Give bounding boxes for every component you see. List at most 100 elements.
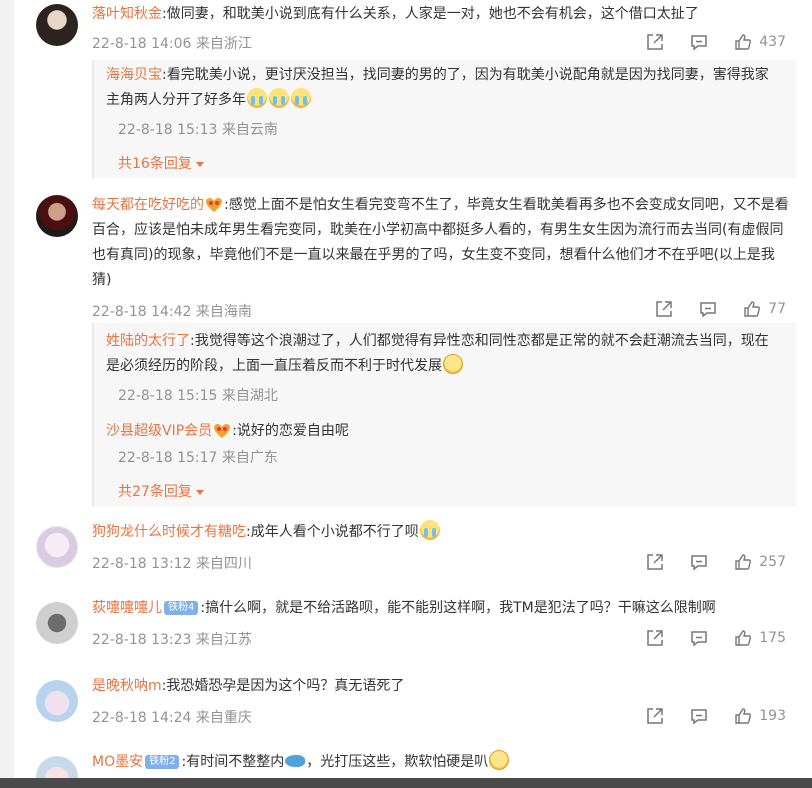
fan-badge: 铁粉2 (145, 755, 180, 769)
crying-emoji (247, 88, 267, 108)
comment-username[interactable]: 是晚秋呐m (92, 678, 162, 694)
like-count: 77 (768, 301, 786, 317)
comment-time: 22-8-18 14:42 (92, 304, 192, 320)
reply-meta: 22-8-18 15:13 来自云南 (118, 119, 278, 139)
smile-emoji (489, 750, 510, 770)
comment-icon[interactable] (689, 706, 709, 726)
comment-text: MO墨安 铁粉2:有时间不整整内 ，光打压这些，欺软怕硬是叭 (92, 750, 792, 775)
comment-username[interactable]: 荻嚏嚏嚏儿 (92, 600, 162, 616)
like-icon[interactable] (733, 706, 753, 726)
reply-time: 22-8-18 15:17 (118, 450, 218, 466)
reply-username[interactable]: 沙县超级VIP会员 (106, 423, 212, 439)
fish-emoji (285, 755, 306, 767)
reply-text: 姓陆的太行了:我觉得等这个浪潮过了，人们都觉得有异性恋和同性恋都是正常的就不会赶… (106, 329, 782, 379)
comment-actions: 77 (630, 299, 786, 319)
like-icon[interactable] (733, 628, 753, 648)
comment-body: :做同妻，和耽美小说到底有什么关系，人家是一对，她也不会有机会，这个借口太扯了 (162, 6, 699, 22)
reply-divider (92, 323, 94, 507)
avatar[interactable] (36, 195, 78, 237)
reply-location: 来自云南 (221, 122, 278, 138)
reply-body: :看完耽美小说，更讨厌没担当，找同妻的男的了，因为有耽美小说配角就是因为找同妻，… (106, 67, 769, 108)
like-count: 257 (759, 554, 786, 570)
smile-emoji (443, 354, 463, 374)
comment-location: 来自浙江 (195, 36, 252, 52)
share-icon[interactable] (645, 706, 665, 726)
comment-meta: 22-8-18 13:23 来自江苏 (92, 629, 252, 649)
like-count: 175 (759, 630, 786, 646)
avatar[interactable] (36, 756, 78, 778)
fan-badge: 铁粉4 (164, 601, 199, 615)
reply-divider (92, 60, 94, 178)
like-count: 193 (759, 708, 786, 724)
comment-text: 每天都在吃好吃的:感觉上面不是怕女生看完变弯不生了，毕竟女生看耽美看再多也不会变… (92, 193, 792, 293)
avatar[interactable] (36, 4, 78, 46)
heart-eyes-emoji (205, 197, 223, 213)
share-icon[interactable] (645, 628, 665, 648)
reply-body: :我觉得等这个浪潮过了，人们都觉得有异性恋和同性恋都是正常的就不会赶潮流去当同，… (106, 333, 769, 374)
comment-actions: 437 (621, 32, 786, 52)
comment-body: :有时间不整整内 (181, 754, 285, 770)
comment-time: 22-8-18 14:24 (92, 710, 192, 726)
comment-location: 来自海南 (195, 304, 252, 320)
comment-text: 落叶知秋金:做同妻，和耽美小说到底有什么关系，人家是一对，她也不会有机会，这个借… (92, 2, 792, 27)
comment-icon[interactable] (689, 628, 709, 648)
avatar[interactable] (36, 602, 78, 644)
comment-body: ，光打压这些，欺软怕硬是叭 (306, 754, 489, 770)
comment-actions: 175 (621, 628, 786, 648)
more-replies-link[interactable]: 共16条回复 (118, 153, 204, 173)
comment-meta: 22-8-18 14:24 来自重庆 (92, 707, 252, 727)
like-icon[interactable] (733, 552, 753, 572)
share-icon[interactable] (654, 299, 674, 319)
comment-actions: 193 (621, 706, 786, 726)
comment-username[interactable]: 落叶知秋金 (92, 6, 162, 22)
more-replies-link[interactable]: 共27条回复 (118, 481, 204, 501)
reply-box: 姓陆的太行了:我觉得等这个浪潮过了，人们都觉得有异性恋和同性恋都是正常的就不会赶… (92, 323, 796, 507)
reply-text: 海海贝宝:看完耽美小说，更讨厌没担当，找同妻的男的了，因为有耽美小说配角就是因为… (106, 63, 782, 113)
comment-icon[interactable] (689, 32, 709, 52)
avatar[interactable] (36, 526, 78, 568)
comment-actions: 257 (621, 552, 786, 572)
comment-username[interactable]: MO墨安 (92, 754, 143, 770)
comment-meta: 22-8-18 14:06 来自浙江 (92, 33, 252, 53)
reply-meta: 22-8-18 15:17 来自广东 (118, 447, 278, 467)
bottom-scrollbar[interactable] (0, 778, 812, 788)
reply-time: 22-8-18 15:13 (118, 122, 218, 138)
more-replies-label: 共16条回复 (118, 156, 192, 172)
reply-meta: 22-8-18 15:15 来自湖北 (118, 385, 278, 405)
like-icon[interactable] (733, 32, 753, 52)
reply-username[interactable]: 海海贝宝 (106, 67, 162, 83)
comment-icon[interactable] (689, 552, 709, 572)
reply-location: 来自湖北 (221, 388, 278, 404)
comment-username[interactable]: 狗狗龙什么时候才有糖吃 (92, 524, 246, 540)
comment-location: 来自重庆 (195, 710, 252, 726)
reply-box: 海海贝宝:看完耽美小说，更讨厌没担当，找同妻的男的了，因为有耽美小说配角就是因为… (92, 60, 796, 178)
comment-body: :成年人看个小说都不行了呗 (246, 524, 419, 540)
comment-icon[interactable] (698, 299, 718, 319)
share-icon[interactable] (645, 32, 665, 52)
comment-text: 荻嚏嚏嚏儿 铁粉4:搞什么啊，就是不给活路呗，能不能别这样啊，我TM是犯法了吗？干… (92, 596, 792, 621)
comment-text: 狗狗龙什么时候才有糖吃:成年人看个小说都不行了呗 (92, 520, 792, 545)
more-replies-label: 共27条回复 (118, 484, 192, 500)
reply-username[interactable]: 姓陆的太行了 (106, 333, 190, 349)
comment-username[interactable]: 每天都在吃好吃的 (92, 197, 204, 213)
like-icon[interactable] (742, 299, 762, 319)
like-count: 437 (759, 34, 786, 50)
comment-meta: 22-8-18 14:42 来自海南 (92, 301, 252, 321)
crying-emoji (291, 88, 311, 108)
crying-emoji (419, 520, 440, 540)
comment-body: :搞什么啊，就是不给活路呗，能不能别这样啊，我TM是犯法了吗？干嘛这么限制啊 (200, 600, 716, 616)
comment-panel: 落叶知秋金:做同妻，和耽美小说到底有什么关系，人家是一对，她也不会有机会，这个借… (14, 0, 812, 778)
crying-emoji (269, 88, 289, 108)
avatar[interactable] (36, 680, 78, 722)
comment-body: :我恐婚恐孕是因为这个吗？真无语死了 (161, 678, 405, 694)
chevron-down-icon (195, 489, 204, 495)
comment-time: 22-8-18 14:06 (92, 36, 192, 52)
comment-location: 来自四川 (195, 556, 252, 572)
comment-meta: 22-8-18 13:12 来自四川 (92, 553, 252, 573)
reply-time: 22-8-18 15:15 (118, 388, 218, 404)
reply-body: :说好的恋爱自由呢 (232, 423, 349, 439)
heart-eyes-emoji (213, 423, 231, 439)
share-icon[interactable] (645, 552, 665, 572)
chevron-down-icon (195, 161, 204, 167)
reply-text: 沙县超级VIP会员 :说好的恋爱自由呢 (106, 419, 782, 444)
